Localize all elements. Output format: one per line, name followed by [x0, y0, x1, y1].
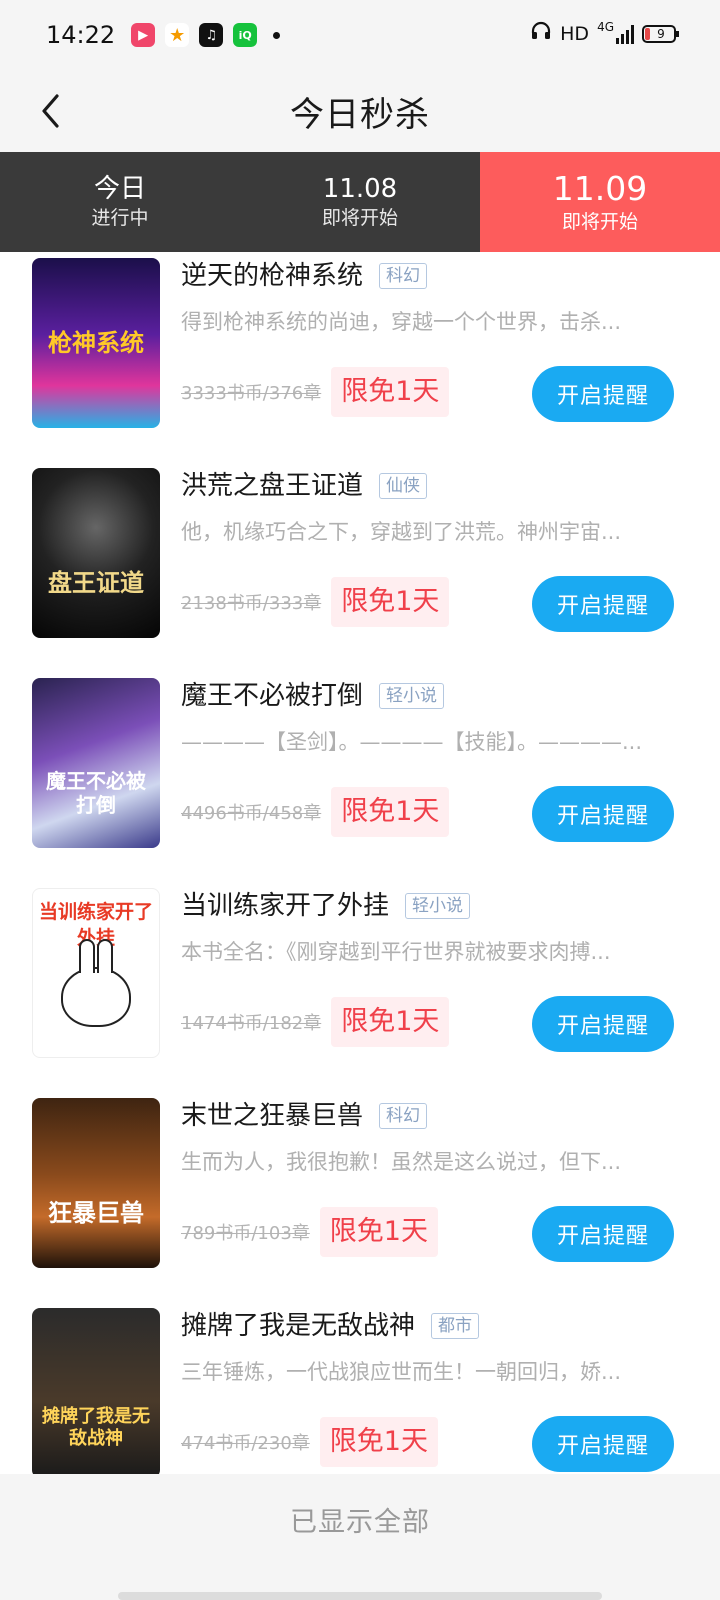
- genre-tag: 科幻: [379, 263, 428, 289]
- end-of-list-text: 已显示全部: [290, 1507, 430, 1538]
- original-price: 474书币/230章: [181, 1433, 310, 1454]
- remind-button[interactable]: 开启提醒: [532, 786, 674, 842]
- book-title-text: 摊牌了我是无敌战神: [181, 1311, 416, 1341]
- back-button[interactable]: [30, 86, 70, 136]
- iqiyi-app-icon: iQ: [233, 23, 258, 47]
- book-list: 枪神系统 逆天的枪神系统 科幻 得到枪神系统的尚迪，穿越一个个世界，击杀... …: [0, 252, 720, 1524]
- original-price: 2138书币/333章: [181, 593, 322, 614]
- book-title-text: 魔王不必被打倒: [181, 681, 364, 711]
- book-cover[interactable]: 盘王证道: [32, 468, 160, 638]
- genre-tag: 都市: [431, 1313, 480, 1339]
- cover-title: 狂暴巨兽: [48, 1199, 144, 1227]
- status-app-icons: ▶ ★ ♫ iQ: [131, 23, 281, 47]
- cover-title: 盘王证道: [48, 569, 144, 597]
- book-description: 得到枪神系统的尚迪，穿越一个个世界，击杀...: [181, 310, 622, 334]
- book-title[interactable]: 摊牌了我是无敌战神 都市: [181, 1306, 480, 1346]
- remind-button[interactable]: 开启提醒: [532, 1206, 674, 1262]
- free-badge: 限免1天: [331, 787, 450, 837]
- book-description: 三年锤炼，一代战狼应世而生！一朝回归，娇...: [181, 1360, 622, 1384]
- list-item[interactable]: 魔王不必被打倒 魔王不必被打倒 轻小说 ————【圣剑】。————【技能】。——…: [0, 672, 720, 882]
- tab-status: 即将开始: [321, 207, 398, 229]
- book-title-text: 末世之狂暴巨兽: [181, 1101, 364, 1131]
- genre-tag: 轻小说: [405, 893, 471, 919]
- original-price: 789书币/103章: [181, 1223, 310, 1244]
- book-title[interactable]: 魔王不必被打倒 轻小说: [181, 676, 445, 716]
- original-price: 3333书币/376章: [181, 383, 322, 404]
- remind-button[interactable]: 开启提醒: [532, 1416, 674, 1472]
- home-indicator[interactable]: [118, 1592, 602, 1600]
- tiktok-app-icon: ♫: [199, 23, 224, 47]
- price-row: 3333书币/376章 限免1天: [181, 366, 450, 418]
- tab-11-09[interactable]: 11.09 即将开始: [480, 152, 720, 262]
- page-title: 今日秒杀: [290, 94, 430, 135]
- genre-tag: 仙侠: [379, 473, 428, 499]
- list-item[interactable]: 枪神系统 逆天的枪神系统 科幻 得到枪神系统的尚迪，穿越一个个世界，击杀... …: [0, 252, 720, 462]
- status-indicators: HD 4G 9: [530, 20, 679, 47]
- genre-tag: 科幻: [379, 1103, 428, 1129]
- book-cover[interactable]: 当训练家开了外挂: [32, 888, 160, 1058]
- battery-level: 9: [657, 26, 665, 41]
- book-description: 他，机缘巧合之下，穿越到了洪荒。神州宇宙...: [181, 520, 622, 544]
- tab-11-08[interactable]: 11.08 即将开始: [240, 152, 480, 252]
- network-type-label: 4G: [597, 20, 614, 34]
- cover-title: 魔王不必被打倒: [46, 769, 146, 817]
- original-price: 1474书币/182章: [181, 1013, 322, 1034]
- original-price: 4496书币/458章: [181, 803, 322, 824]
- battery-icon: 9: [642, 24, 679, 43]
- price-row: 1474书币/182章 限免1天: [181, 996, 450, 1048]
- book-cover[interactable]: 摊牌了我是无敌战神: [32, 1308, 160, 1478]
- star-app-icon: ★: [165, 23, 190, 47]
- price-row: 2138书币/333章 限免1天: [181, 576, 450, 628]
- free-badge: 限免1天: [331, 997, 450, 1047]
- status-time: 14:22: [46, 21, 116, 49]
- list-item[interactable]: 盘王证道 洪荒之盘王证道 仙侠 他，机缘巧合之下，穿越到了洪荒。神州宇宙... …: [0, 462, 720, 672]
- price-row: 474书币/230章 限免1天: [181, 1416, 438, 1468]
- page-header: 今日秒杀: [0, 70, 720, 152]
- cover-title: 当训练家开了外挂: [39, 901, 154, 949]
- cover-title: 摊牌了我是无敌战神: [42, 1406, 150, 1449]
- free-badge: 限免1天: [331, 367, 450, 417]
- book-cover[interactable]: 魔王不必被打倒: [32, 678, 160, 848]
- free-badge: 限免1天: [319, 1417, 438, 1467]
- price-row: 789书币/103章 限免1天: [181, 1206, 438, 1258]
- free-badge: 限免1天: [319, 1207, 438, 1257]
- rabbit-illustration-icon: [61, 939, 131, 1027]
- free-badge: 限免1天: [331, 577, 450, 627]
- notification-dot-icon: [273, 31, 281, 39]
- book-title[interactable]: 当训练家开了外挂 轻小说: [181, 886, 471, 926]
- book-description: 生而为人，我很抱歉！虽然是这么说过，但下...: [181, 1150, 622, 1174]
- tab-date: 今日: [93, 174, 146, 204]
- book-cover[interactable]: 枪神系统: [32, 258, 160, 428]
- status-bar: 14:22 ▶ ★ ♫ iQ HD 4G 9: [0, 0, 720, 70]
- signal-icon: [616, 24, 634, 44]
- tab-today[interactable]: 今日 进行中: [0, 152, 240, 252]
- tab-status: 即将开始: [561, 211, 638, 233]
- book-cover[interactable]: 狂暴巨兽: [32, 1098, 160, 1268]
- date-tabs: 今日 进行中 11.08 即将开始 11.09 即将开始: [0, 152, 720, 262]
- price-row: 4496书币/458章 限免1天: [181, 786, 450, 838]
- list-item[interactable]: 当训练家开了外挂 当训练家开了外挂 轻小说 本书全名：《刚穿越到平行世界就被要求…: [0, 882, 720, 1092]
- video-app-icon: ▶: [131, 23, 156, 47]
- headphones-icon: [530, 20, 552, 47]
- genre-tag: 轻小说: [379, 683, 445, 709]
- tab-status: 进行中: [91, 207, 149, 229]
- tab-date: 11.09: [552, 169, 648, 208]
- list-item[interactable]: 狂暴巨兽 末世之狂暴巨兽 科幻 生而为人，我很抱歉！虽然是这么说过，但下... …: [0, 1092, 720, 1302]
- network-label: HD: [560, 22, 590, 45]
- book-description: ————【圣剑】。————【技能】。————...: [181, 730, 643, 754]
- book-title[interactable]: 洪荒之盘王证道 仙侠: [181, 466, 428, 506]
- book-title[interactable]: 逆天的枪神系统 科幻: [181, 256, 428, 296]
- remind-button[interactable]: 开启提醒: [532, 366, 674, 422]
- book-title-text: 洪荒之盘王证道: [181, 471, 364, 501]
- remind-button[interactable]: 开启提醒: [532, 576, 674, 632]
- chevron-left-icon: [42, 94, 59, 128]
- list-footer: 已显示全部: [0, 1474, 720, 1600]
- remind-button[interactable]: 开启提醒: [532, 996, 674, 1052]
- book-title[interactable]: 末世之狂暴巨兽 科幻: [181, 1096, 428, 1136]
- book-title-text: 当训练家开了外挂: [181, 891, 390, 921]
- book-description: 本书全名：《刚穿越到平行世界就被要求肉搏...: [181, 940, 611, 964]
- tab-date: 11.08: [322, 174, 398, 204]
- cover-title: 枪神系统: [48, 329, 144, 357]
- book-title-text: 逆天的枪神系统: [181, 261, 364, 291]
